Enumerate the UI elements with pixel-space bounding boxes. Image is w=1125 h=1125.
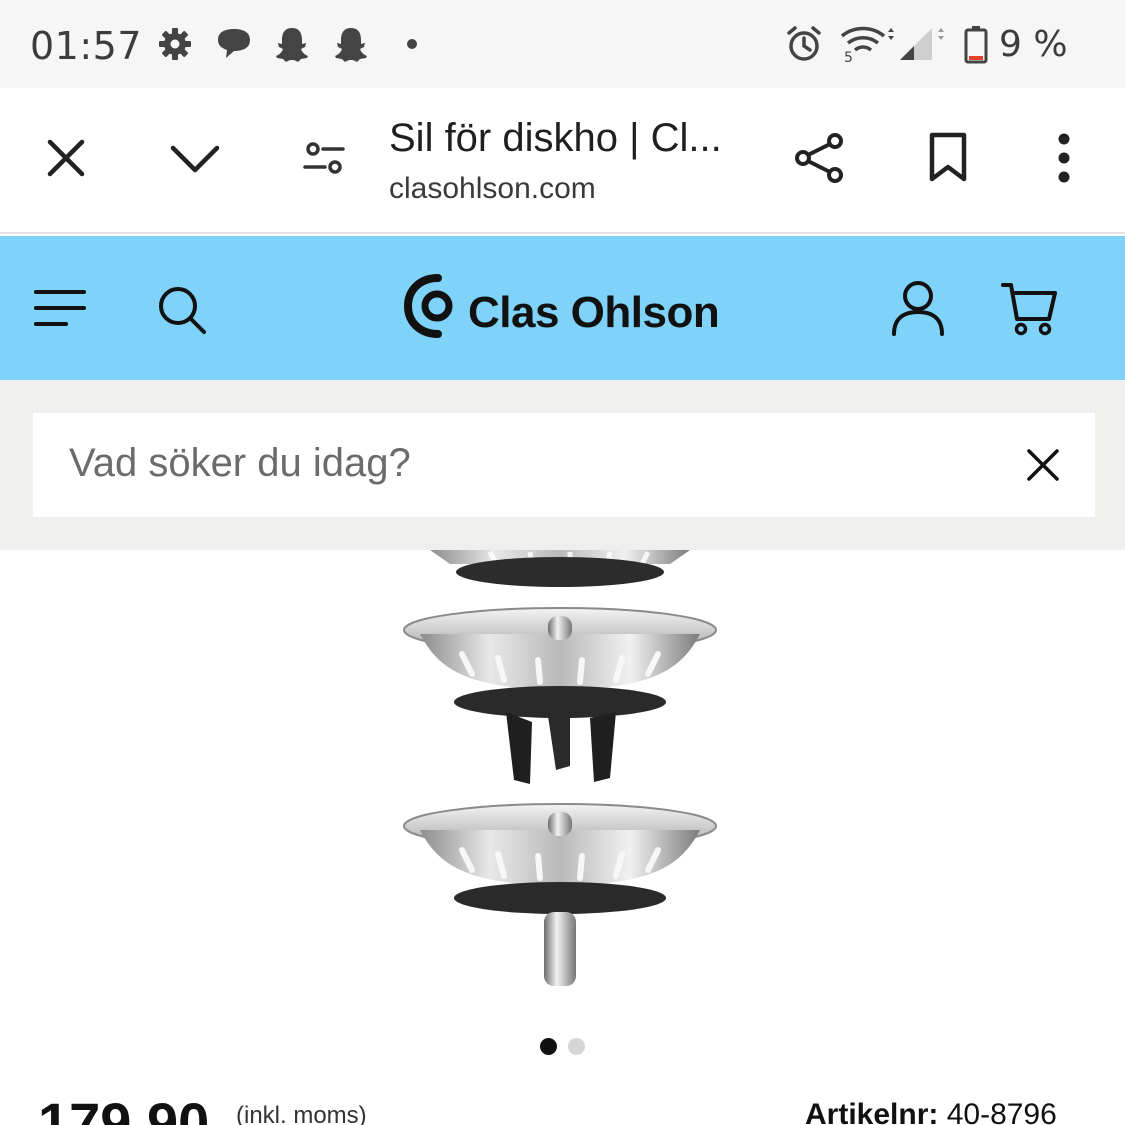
cart-icon: [1001, 283, 1057, 336]
product-image[interactable]: [380, 550, 740, 1000]
alarm-icon: [787, 26, 821, 61]
more-menu-button[interactable]: [1044, 128, 1084, 188]
close-tab-button[interactable]: [40, 132, 92, 184]
share-icon: [795, 133, 843, 183]
battery-percent: 9 %: [999, 24, 1068, 65]
search-icon: [159, 287, 206, 334]
status-bar: 01:57 5 9 %: [0, 0, 1125, 88]
clear-search-icon[interactable]: [1021, 443, 1065, 487]
share-button[interactable]: [790, 128, 850, 188]
bookmark-icon: [929, 132, 967, 182]
search-area: Vad söker du idag?: [0, 380, 1125, 550]
cart-button[interactable]: [998, 276, 1062, 340]
status-time: 01:57: [30, 24, 143, 68]
snapchat-icon: [335, 28, 367, 62]
wifi-icon: 5: [840, 26, 894, 64]
browser-toolbar: Sil för diskho | Cl... clasohlson.com: [0, 88, 1125, 234]
page-title[interactable]: Sil för diskho | Cl...: [389, 116, 722, 161]
signal-icon: [900, 28, 944, 60]
article-number: Artikelnr: 40-8796: [805, 1098, 1057, 1125]
clas-ohlson-logo[interactable]: [400, 270, 460, 342]
battery-icon: [964, 26, 988, 64]
minimize-button[interactable]: [166, 132, 224, 184]
svg-text:5: 5: [844, 50, 853, 64]
carousel-dots: [540, 1038, 590, 1056]
search-placeholder: Vad söker du idag?: [69, 441, 411, 485]
site-settings-button[interactable]: [298, 134, 350, 182]
site-settings-icon: [303, 142, 345, 174]
menu-button[interactable]: [30, 282, 90, 334]
page-url[interactable]: clasohlson.com: [389, 172, 596, 206]
snapchat-icon: [276, 28, 308, 62]
article-value: 40-8796: [946, 1098, 1057, 1125]
more-icon: [1058, 133, 1070, 183]
carousel-dot[interactable]: [568, 1038, 585, 1055]
menu-icon: [34, 290, 86, 326]
site-header: Clas Ohlson: [0, 236, 1125, 380]
vat-note: (inkl. moms): [236, 1102, 367, 1125]
dot-icon: [407, 39, 417, 49]
product-price: 179,90: [38, 1091, 210, 1125]
account-icon: [892, 281, 944, 336]
account-button[interactable]: [888, 276, 948, 340]
search-input[interactable]: Vad söker du idag?: [33, 413, 1095, 517]
gear-icon: [159, 28, 191, 60]
article-label: Artikelnr:: [805, 1098, 939, 1125]
bookmark-button[interactable]: [922, 128, 974, 188]
carousel-dot-active[interactable]: [540, 1038, 557, 1055]
chevron-down-icon: [170, 145, 220, 173]
search-button[interactable]: [154, 282, 210, 338]
close-icon: [47, 139, 85, 177]
chat-bubble-icon: [218, 29, 250, 58]
brand-name[interactable]: Clas Ohlson: [468, 288, 720, 338]
